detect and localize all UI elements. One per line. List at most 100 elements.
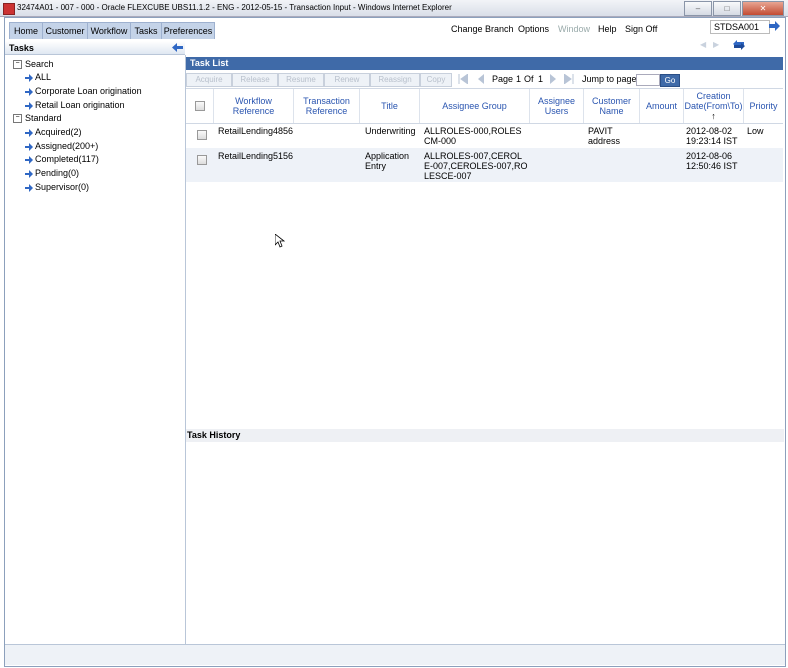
col-amount[interactable]: Amount bbox=[640, 89, 684, 123]
col-workflow-reference[interactable]: Workflow Reference bbox=[214, 89, 294, 123]
menu-bar: Home Customer Workflow Tasks Preferences… bbox=[5, 18, 785, 39]
total-pages: 1 bbox=[538, 74, 544, 84]
tree-label: Corporate Loan origination bbox=[35, 86, 142, 96]
window-titlebar: 32474A01 - 007 - 000 - Oracle FLEXCUBE U… bbox=[0, 0, 788, 17]
nav-forward-icon[interactable]: ▶ bbox=[713, 40, 719, 49]
menu-help[interactable]: Help bbox=[598, 22, 617, 36]
cell-workflow-ref[interactable]: RetailLending5156 bbox=[218, 151, 293, 161]
renew-button[interactable]: Renew bbox=[324, 73, 370, 87]
last-page-icon[interactable] bbox=[564, 74, 574, 84]
menu-sign-off[interactable]: Sign Off bbox=[625, 22, 657, 36]
menu-home[interactable]: Home bbox=[9, 22, 43, 39]
tree-label: Assigned(200+) bbox=[35, 141, 99, 151]
arrow-right-icon bbox=[25, 73, 33, 82]
cell-title: Underwriting bbox=[365, 126, 416, 136]
page-label: Page bbox=[492, 74, 514, 84]
menu-window[interactable]: Window bbox=[558, 22, 590, 36]
table-row[interactable]: RetailLending5156 Application Entry ALLR… bbox=[186, 148, 783, 182]
tree-item-retail-loan[interactable]: Retail Loan origination bbox=[25, 99, 125, 112]
menu-workflow[interactable]: Workflow bbox=[87, 22, 131, 39]
user-id-field[interactable]: STDSA001 bbox=[710, 20, 770, 34]
prev-page-icon[interactable] bbox=[476, 74, 486, 84]
tasks-sidebar: − Search ALL Corporate Loan origination R… bbox=[5, 55, 186, 663]
jump-to-page-input[interactable] bbox=[636, 74, 660, 86]
cell-workflow-ref[interactable]: RetailLending4856 bbox=[218, 126, 293, 136]
arrow-right-icon bbox=[25, 155, 33, 164]
tree-item-completed[interactable]: Completed(117) bbox=[25, 153, 99, 166]
select-all-checkbox[interactable] bbox=[194, 101, 205, 111]
collapse-panel-icon[interactable] bbox=[172, 42, 183, 53]
tree-item-pending[interactable]: Pending(0) bbox=[25, 167, 79, 180]
close-button[interactable]: ✕ bbox=[742, 1, 784, 16]
menu-customer[interactable]: Customer bbox=[42, 22, 88, 39]
tree-item-supervisor[interactable]: Supervisor(0) bbox=[25, 181, 89, 194]
arrow-right-icon bbox=[25, 169, 33, 178]
menu-options[interactable]: Options bbox=[518, 22, 549, 36]
tree-item-acquired[interactable]: Acquired(2) bbox=[25, 126, 82, 139]
tasks-panel-title: Tasks bbox=[5, 41, 185, 55]
tree-label: Completed(117) bbox=[35, 154, 99, 164]
col-title[interactable]: Title bbox=[360, 89, 420, 123]
minimize-button[interactable]: – bbox=[684, 1, 712, 16]
cell-title: Application Entry bbox=[365, 151, 410, 171]
go-arrow-icon[interactable] bbox=[769, 20, 780, 32]
arrow-right-icon bbox=[25, 128, 33, 137]
nav-back-icon[interactable]: ◀ bbox=[700, 40, 706, 49]
arrow-right-icon bbox=[25, 183, 33, 192]
refresh-icon[interactable] bbox=[732, 39, 746, 51]
arrow-right-icon bbox=[25, 101, 33, 110]
col-transaction-reference[interactable]: Transaction Reference bbox=[294, 89, 360, 123]
resume-button[interactable]: Resume bbox=[278, 73, 324, 87]
window-controls: – □ ✕ bbox=[683, 1, 784, 16]
cell-priority: Low bbox=[747, 126, 764, 136]
menu-preferences[interactable]: Preferences bbox=[161, 22, 215, 39]
sort-arrow-icon: ↑ bbox=[711, 111, 716, 121]
cell-customer-name: PAVIT address bbox=[588, 126, 621, 146]
task-history-header: Task History bbox=[186, 429, 784, 442]
task-toolbar: Acquire Release Resume Renew Reassign Co… bbox=[186, 72, 783, 87]
cell-creation-date: 2012-08-02 19:23:14 IST bbox=[686, 126, 738, 146]
current-page: 1 bbox=[516, 74, 522, 84]
cell-creation-date: 2012-08-06 12:50:46 IST bbox=[686, 151, 738, 171]
table-row[interactable]: RetailLending4856 Underwriting ALLROLES-… bbox=[186, 123, 783, 147]
window-title: 32474A01 - 007 - 000 - Oracle FLEXCUBE U… bbox=[17, 3, 452, 12]
main-content: Task List Acquire Release Resume Renew R… bbox=[186, 55, 784, 663]
tree-label: Search bbox=[25, 59, 54, 69]
tree-item-assigned[interactable]: Assigned(200+) bbox=[25, 140, 98, 153]
tree-label: Pending(0) bbox=[35, 168, 80, 178]
maximize-button[interactable]: □ bbox=[713, 1, 741, 16]
tree-label: Acquired(2) bbox=[35, 127, 82, 137]
col-creation-date-label: Creation Date(From\To) bbox=[684, 91, 743, 111]
cell-assignee-group: ALLROLES-000,ROLESCM-000 bbox=[424, 126, 522, 146]
mouse-cursor-icon bbox=[275, 234, 285, 248]
row-checkbox[interactable] bbox=[197, 130, 207, 140]
col-customer-name[interactable]: Customer Name bbox=[584, 89, 640, 123]
row-checkbox[interactable] bbox=[197, 155, 207, 165]
col-assignee-users[interactable]: Assignee Users bbox=[530, 89, 584, 123]
first-page-icon[interactable] bbox=[458, 74, 468, 84]
cell-assignee-group: ALLROLES-007,CEROLE-007,CEROLES-007,ROLE… bbox=[424, 151, 528, 181]
tree-item-corporate-loan[interactable]: Corporate Loan origination bbox=[25, 85, 142, 98]
col-assignee-group[interactable]: Assignee Group bbox=[420, 89, 530, 123]
go-button[interactable]: Go bbox=[660, 74, 680, 87]
tree-node-standard[interactable]: − Standard bbox=[13, 112, 62, 125]
tree-node-search[interactable]: − Search bbox=[13, 58, 54, 71]
next-page-icon[interactable] bbox=[548, 74, 558, 84]
arrow-right-icon bbox=[25, 87, 33, 96]
col-priority[interactable]: Priority bbox=[744, 89, 783, 123]
acquire-button[interactable]: Acquire bbox=[186, 73, 232, 87]
of-label: Of bbox=[524, 74, 534, 84]
expand-toggle-icon[interactable]: − bbox=[13, 114, 22, 124]
reassign-button[interactable]: Reassign bbox=[370, 73, 420, 87]
expand-toggle-icon[interactable]: − bbox=[13, 60, 22, 70]
tree-item-all[interactable]: ALL bbox=[25, 71, 51, 84]
release-button[interactable]: Release bbox=[232, 73, 278, 87]
menu-change-branch[interactable]: Change Branch bbox=[451, 22, 514, 36]
task-grid-header: Workflow Reference Transaction Reference… bbox=[186, 88, 783, 124]
menu-tasks[interactable]: Tasks bbox=[130, 22, 162, 39]
col-creation-date[interactable]: Creation Date(From\To) ↑ bbox=[684, 89, 744, 123]
tree-label: Supervisor(0) bbox=[35, 182, 90, 192]
app-icon bbox=[3, 3, 15, 15]
copy-button[interactable]: Copy bbox=[420, 73, 452, 87]
status-bar bbox=[5, 644, 785, 665]
